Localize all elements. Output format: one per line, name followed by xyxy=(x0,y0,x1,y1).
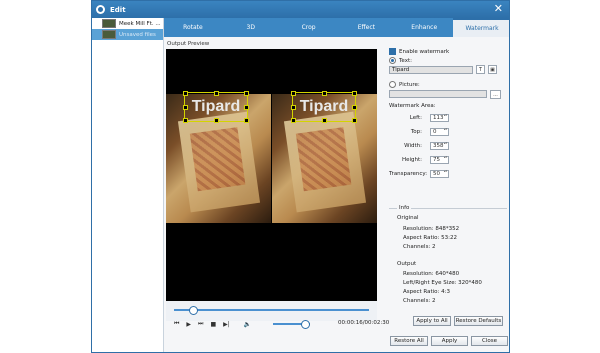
stop-icon[interactable]: ■ xyxy=(210,321,216,328)
skip-back-icon[interactable]: ⏮ xyxy=(174,320,179,328)
file-list: Meek Mill Ft. ... Unsaved files xyxy=(92,18,164,352)
output-aspect-ratio: Aspect Ratio: 4:3 xyxy=(403,289,451,295)
restore-defaults-button[interactable]: Restore Defaults xyxy=(454,316,503,326)
seek-track[interactable] xyxy=(174,309,369,311)
browse-picture-button[interactable]: ... xyxy=(490,90,501,99)
text-radio[interactable] xyxy=(389,57,396,64)
width-label: Width: xyxy=(404,143,422,149)
text-option-row[interactable]: Text: xyxy=(389,57,412,64)
watermark-panel: Enable watermark Text: Tipard T ▣ Pictur… xyxy=(389,44,507,334)
app-logo-icon xyxy=(96,5,105,14)
file-name: Unsaved files xyxy=(119,31,156,38)
height-input[interactable]: 75 xyxy=(430,156,449,164)
volume-icon[interactable]: 🔈 xyxy=(244,321,251,328)
apply-to-all-button[interactable]: Apply to All xyxy=(413,316,451,326)
file-item[interactable]: Meek Mill Ft. ... xyxy=(92,18,163,29)
title-bar: Edit ✕ xyxy=(92,1,509,18)
info-section: Info Original Resolution: 848*352 Aspect… xyxy=(389,205,507,352)
transparency-label: Transparency: xyxy=(389,171,428,177)
tab-3d[interactable]: 3D xyxy=(222,18,280,37)
volume-handle[interactable] xyxy=(301,320,311,329)
left-input[interactable]: 113 xyxy=(430,114,449,122)
tab-enhance[interactable]: Enhance xyxy=(395,18,453,37)
apply-button[interactable]: Apply xyxy=(431,336,468,346)
watermark-box-left[interactable]: Tipard xyxy=(183,91,249,123)
top-input[interactable]: 0 xyxy=(430,128,449,136)
transparency-input[interactable]: 50 xyxy=(430,170,449,178)
video-frame: Tipard Tipard xyxy=(166,91,377,223)
original-channels: Channels: 2 xyxy=(403,244,436,250)
output-eye-size: Left/Right Eye Size: 320*480 xyxy=(403,280,482,286)
tab-effect[interactable]: Effect xyxy=(337,18,395,37)
color-button[interactable]: ▣ xyxy=(488,65,497,74)
restore-all-button[interactable]: Restore All xyxy=(390,336,428,346)
fast-forward-icon[interactable]: ⏭ xyxy=(198,320,203,328)
watermark-text: Tipard xyxy=(299,98,349,115)
tab-watermark[interactable]: Watermark xyxy=(453,18,509,37)
watermark-text: Tipard xyxy=(191,98,241,115)
time-readout: 00:00:16/00:02:30 xyxy=(338,320,390,326)
picture-option-label: Picture: xyxy=(399,81,420,88)
picture-radio[interactable] xyxy=(389,81,396,88)
edit-tabs: Rotate 3D Crop Effect Enhance Watermark xyxy=(164,18,509,37)
file-item-selected[interactable]: Unsaved files xyxy=(92,29,163,40)
close-button[interactable]: Close xyxy=(471,336,508,346)
top-label: Top: xyxy=(410,129,422,135)
output-label: Output xyxy=(397,261,417,267)
tab-crop[interactable]: Crop xyxy=(280,18,338,37)
original-label: Original xyxy=(397,215,419,221)
file-thumbnail xyxy=(102,19,116,28)
file-name: Meek Mill Ft. ... xyxy=(119,20,161,27)
close-icon[interactable]: ✕ xyxy=(494,2,503,15)
watermark-area-label: Watermark Area: xyxy=(389,103,436,109)
watermark-text-input[interactable]: Tipard xyxy=(389,66,473,74)
seek-handle[interactable] xyxy=(188,306,198,315)
window-title: Edit xyxy=(110,5,126,14)
video-preview: Tipard Tipard xyxy=(166,49,377,321)
play-icon[interactable]: ▶ xyxy=(186,321,191,328)
edit-window: Edit ✕ Meek Mill Ft. ... Unsaved files R… xyxy=(91,0,510,353)
playback-controls: ⏮ ▶ ⏭ ■ ▶| 🔈 00:00:16/00:02:30 xyxy=(166,317,389,331)
file-thumbnail xyxy=(102,30,116,39)
left-label: Left: xyxy=(409,115,422,121)
output-resolution: Resolution: 640*480 xyxy=(403,271,460,277)
text-option-label: Text: xyxy=(399,57,412,64)
picture-path-input[interactable] xyxy=(389,90,487,98)
enable-watermark-label: Enable watermark xyxy=(399,48,450,55)
watermark-box-right[interactable]: Tipard xyxy=(291,91,357,123)
enable-watermark-row[interactable]: Enable watermark xyxy=(389,48,449,55)
next-frame-icon[interactable]: ▶| xyxy=(223,321,230,328)
height-label: Height: xyxy=(401,157,422,163)
font-button[interactable]: T xyxy=(476,65,485,74)
picture-option-row[interactable]: Picture: xyxy=(389,81,420,88)
output-preview-label: Output Preview xyxy=(167,41,210,47)
info-header: Info xyxy=(397,205,412,211)
output-channels: Channels: 2 xyxy=(403,298,436,304)
width-input[interactable]: 358 xyxy=(430,142,449,150)
enable-watermark-checkbox[interactable] xyxy=(389,48,396,55)
tab-rotate[interactable]: Rotate xyxy=(164,18,222,37)
original-aspect-ratio: Aspect Ratio: 53:22 xyxy=(403,235,458,241)
original-resolution: Resolution: 848*352 xyxy=(403,226,460,232)
